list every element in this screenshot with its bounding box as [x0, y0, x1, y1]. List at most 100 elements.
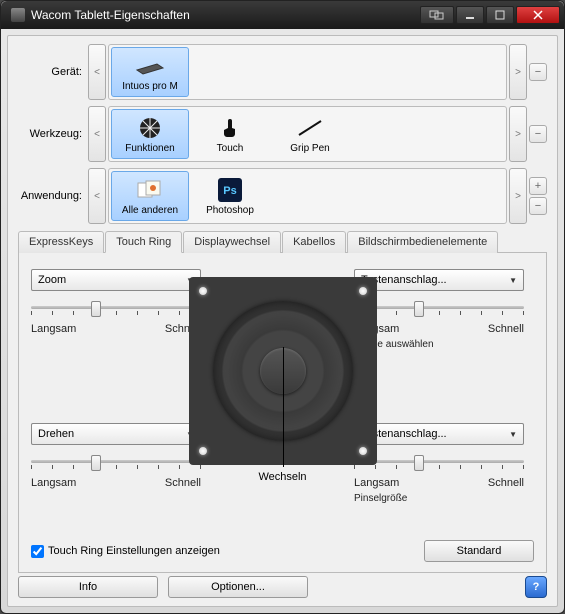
tool-row: Werkzeug: < Funktionen Touch Grip Pen > …	[18, 106, 547, 162]
show-settings-checkbox-input[interactable]	[31, 545, 44, 558]
tab-displaywechsel[interactable]: Displaywechsel	[183, 231, 281, 253]
bottom-bar: Info Optionen... ?	[18, 576, 547, 598]
slider-thumb[interactable]	[91, 301, 101, 317]
device-next-button[interactable]: >	[509, 44, 527, 100]
device-label: Gerät:	[18, 66, 88, 78]
tool-chip-touch[interactable]: Touch	[191, 109, 269, 159]
all-apps-icon	[133, 177, 167, 203]
quad-subtext: Pinselgröße	[354, 493, 534, 504]
quadrant-bottom-right: Tastenanschlag... ▼ Langsam Schnell Pinse…	[354, 423, 534, 504]
slider-min-label: Langsam	[31, 477, 76, 489]
client-area: Gerät: < Intuos pro M > − Werkzeug: <	[7, 35, 558, 607]
quad-subtext: Ebene auswählen	[354, 339, 534, 350]
minimize-button[interactable]	[456, 6, 484, 24]
tab-expresskeys[interactable]: ExpressKeys	[18, 231, 104, 253]
tool-chip-label: Touch	[217, 143, 244, 154]
app-label: Anwendung:	[18, 190, 88, 202]
app-chip-all[interactable]: Alle anderen	[111, 171, 189, 221]
maximize-button[interactable]	[486, 6, 514, 24]
slider-min-label: Langsam	[31, 323, 76, 335]
tool-next-button[interactable]: >	[509, 106, 527, 162]
info-button[interactable]: Info	[18, 576, 158, 598]
device-chip[interactable]: Intuos pro M	[111, 47, 189, 97]
combo-br[interactable]: Tastenanschlag... ▼	[354, 423, 524, 445]
quadrant-top-left: Zoom ▼ LangsamSchnell	[31, 269, 211, 335]
aux-window-button[interactable]	[420, 6, 454, 24]
combo-label: Drehen	[38, 428, 74, 440]
pen-icon	[293, 115, 327, 141]
device-remove-button[interactable]: −	[529, 63, 547, 81]
app-row: Anwendung: < Alle anderen Ps Photoshop >…	[18, 168, 547, 224]
tool-chip-label: Funktionen	[125, 143, 174, 154]
tool-chip-label: Grip Pen	[290, 143, 329, 154]
quadrant-top-right: Tastenanschlag... ▼ LangsamSchnell Ebene…	[354, 269, 534, 350]
close-icon	[533, 10, 543, 20]
device-strip: Intuos pro M	[108, 44, 507, 100]
slider-tr[interactable]: LangsamSchnell	[354, 301, 524, 335]
tool-chip-functions[interactable]: Funktionen	[111, 109, 189, 159]
photoshop-icon: Ps	[213, 177, 247, 203]
tab-kabellos[interactable]: Kabellos	[282, 231, 346, 253]
app-chip-label: Alle anderen	[122, 205, 178, 216]
slider-max-label: Schnell	[165, 477, 201, 489]
help-button[interactable]: ?	[525, 576, 547, 598]
tab-footer: Touch Ring Einstellungen anzeigen Standa…	[31, 540, 534, 562]
device-prev-button[interactable]: <	[88, 44, 106, 100]
tab-body: Zoom ▼ LangsamSchnell Tastenanschlag... …	[18, 253, 547, 573]
functions-icon	[133, 115, 167, 141]
slider-tl[interactable]: LangsamSchnell	[31, 301, 201, 335]
app-window: Wacom Tablett-Eigenschaften Gerät: < Int…	[0, 0, 565, 614]
slider-bl[interactable]: Langsam Schnell	[31, 455, 201, 489]
tool-chip-grippen[interactable]: Grip Pen	[271, 109, 349, 159]
tool-remove-button[interactable]: −	[529, 125, 547, 143]
slider-thumb[interactable]	[91, 455, 101, 471]
options-button-label: Optionen...	[211, 581, 265, 593]
tool-strip: Funktionen Touch Grip Pen	[108, 106, 507, 162]
device-row: Gerät: < Intuos pro M > −	[18, 44, 547, 100]
default-button[interactable]: Standard	[424, 540, 534, 562]
info-button-label: Info	[79, 581, 97, 593]
app-chip-label: Photoshop	[206, 205, 254, 216]
ring-callout-line	[283, 347, 284, 467]
show-settings-checkbox[interactable]: Touch Ring Einstellungen anzeigen	[31, 545, 220, 558]
ring-dot-icon	[199, 447, 207, 455]
ring-switch-label: Wechseln	[258, 471, 306, 483]
app-add-button[interactable]: +	[529, 177, 547, 195]
chevron-down-icon: ▼	[509, 276, 517, 285]
chevron-down-icon: ▼	[509, 430, 517, 439]
slider-min-label: Langsam	[354, 477, 399, 489]
touch-icon	[213, 115, 247, 141]
default-button-label: Standard	[457, 545, 502, 557]
show-settings-label: Touch Ring Einstellungen anzeigen	[48, 545, 220, 557]
device-chip-label: Intuos pro M	[122, 81, 178, 92]
app-prev-button[interactable]: <	[88, 168, 106, 224]
slider-max-label: Schnell	[488, 323, 524, 335]
combo-tl[interactable]: Zoom ▼	[31, 269, 201, 291]
tab-bildschirm[interactable]: Bildschirmbedienelemente	[347, 231, 498, 253]
combo-bl[interactable]: Drehen ▼	[31, 423, 201, 445]
combo-label: Zoom	[38, 274, 66, 286]
slider-thumb[interactable]	[414, 301, 424, 317]
slider-br[interactable]: Langsam Schnell	[354, 455, 524, 489]
tab-touchring[interactable]: Touch Ring	[105, 231, 182, 253]
close-button[interactable]	[516, 6, 560, 24]
svg-text:Ps: Ps	[223, 185, 236, 197]
options-button[interactable]: Optionen...	[168, 576, 308, 598]
app-remove-button[interactable]: −	[529, 197, 547, 215]
tool-label: Werkzeug:	[18, 128, 88, 140]
app-next-button[interactable]: >	[509, 168, 527, 224]
quadrant-bottom-left: Drehen ▼ Langsam Schnell	[31, 423, 211, 489]
slider-max-label: Schnell	[488, 477, 524, 489]
tablet-icon	[133, 53, 167, 79]
slider-thumb[interactable]	[414, 455, 424, 471]
maximize-icon	[495, 10, 505, 20]
combo-tr[interactable]: Tastenanschlag... ▼	[354, 269, 524, 291]
ring-dot-icon	[359, 287, 367, 295]
minimize-icon	[465, 10, 475, 20]
tool-prev-button[interactable]: <	[88, 106, 106, 162]
titlebar[interactable]: Wacom Tablett-Eigenschaften	[1, 1, 564, 29]
app-chip-photoshop[interactable]: Ps Photoshop	[191, 171, 269, 221]
app-strip: Alle anderen Ps Photoshop	[108, 168, 507, 224]
ring-dot-icon	[199, 287, 207, 295]
help-icon: ?	[533, 581, 540, 593]
